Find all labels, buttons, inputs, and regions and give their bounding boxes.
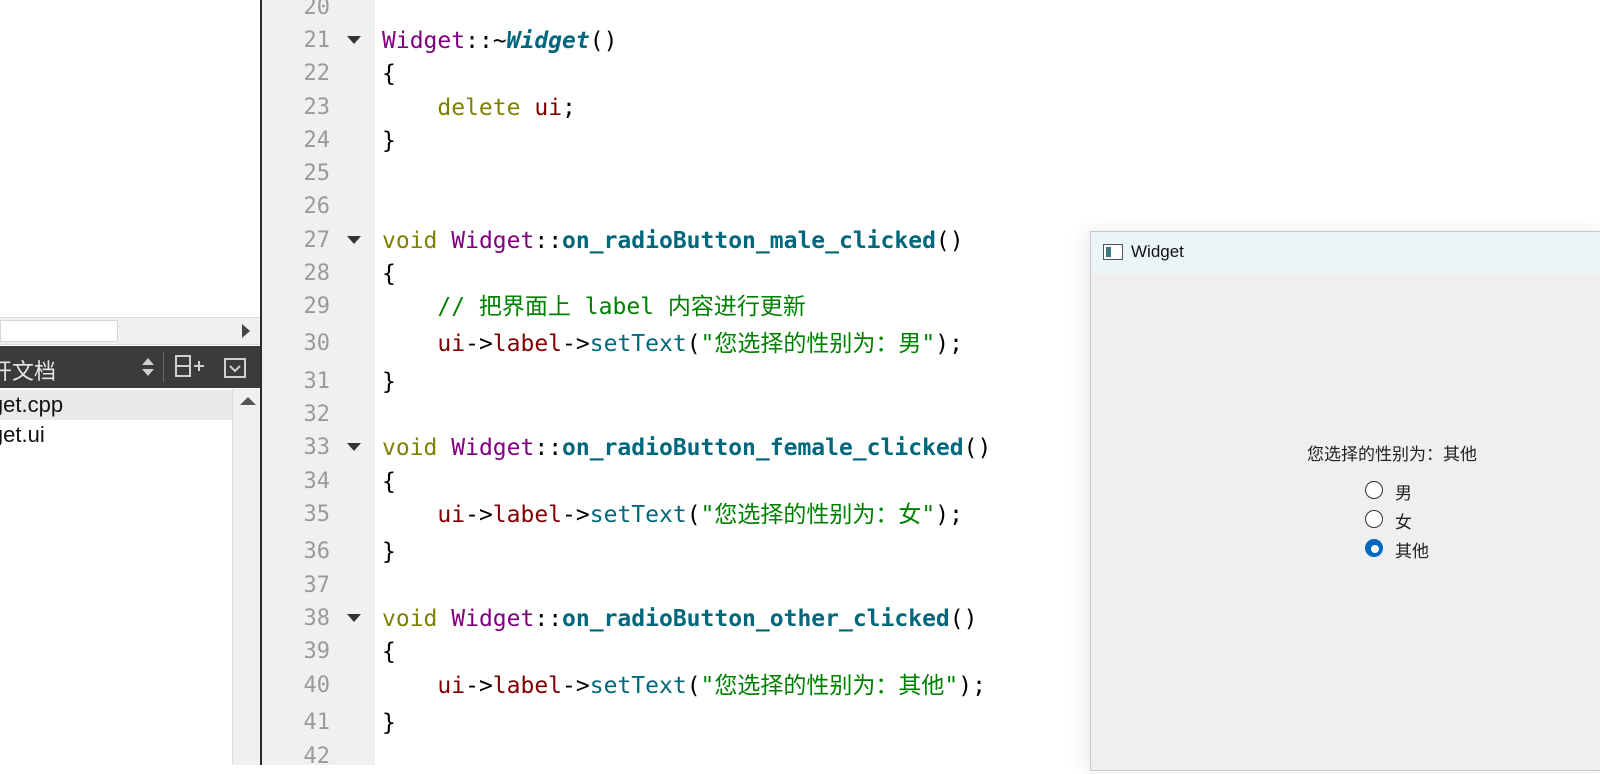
radio-label[interactable]: 女 <box>1395 508 1412 533</box>
code-line-40: ui->label->setText("您选择的性别为：其他"); <box>437 673 986 699</box>
scrollbar-thumb[interactable] <box>0 320 118 342</box>
code-line-41: } <box>382 710 396 736</box>
line-number: 33 <box>303 435 331 460</box>
line-number: 36 <box>303 539 331 564</box>
open-documents-list: lget.cpp lget.ui <box>0 389 232 765</box>
line-number: 26 <box>303 194 331 219</box>
code-line-24: } <box>382 128 396 154</box>
line-number: 22 <box>303 61 331 86</box>
line-number: 32 <box>303 402 331 427</box>
line-number: 25 <box>303 161 331 186</box>
list-item-widget-ui[interactable]: lget.ui <box>0 420 232 450</box>
line-number: 31 <box>303 369 331 394</box>
line-number: 34 <box>303 469 331 494</box>
line-number: 40 <box>303 673 331 698</box>
radio-checked-icon[interactable] <box>1365 539 1383 557</box>
header-divider <box>163 352 164 382</box>
fold-arrow-icon[interactable] <box>347 236 361 244</box>
radio-other[interactable]: 其他 <box>1365 537 1505 563</box>
code-line-23: delete ui; <box>437 95 576 121</box>
fold-arrow-icon[interactable] <box>347 614 361 622</box>
code-line-38: void Widget::on_radioButton_other_clicke… <box>382 606 978 632</box>
horizontal-scrollbar[interactable] <box>0 317 260 345</box>
scroll-right-arrow-icon[interactable] <box>242 324 250 338</box>
radio-label[interactable]: 其他 <box>1395 537 1429 562</box>
line-number: 39 <box>303 639 331 664</box>
code-line-21: Widget::~Widget() <box>382 28 618 54</box>
code-line-30: ui->label->setText("您选择的性别为：男"); <box>437 331 963 357</box>
sort-updown-icon[interactable] <box>140 356 156 378</box>
line-number: 23 <box>303 95 331 120</box>
line-number: 24 <box>303 128 331 153</box>
open-documents-header: 开文档 <box>0 346 260 388</box>
fold-arrow-icon[interactable] <box>347 443 361 451</box>
line-number: 21 <box>303 28 331 53</box>
window-titlebar[interactable]: Widget <box>1091 232 1600 274</box>
line-number: 27 <box>303 228 331 253</box>
vertical-scrollbar[interactable] <box>232 389 260 765</box>
code-line-36: } <box>382 539 396 565</box>
scroll-up-arrow-icon[interactable] <box>240 397 256 405</box>
code-line-29: // 把界面上 label 内容进行更新 <box>437 294 806 320</box>
line-number: 29 <box>303 294 331 319</box>
code-line-39: { <box>382 639 396 665</box>
code-line-35: ui->label->setText("您选择的性别为：女"); <box>437 502 963 528</box>
code-line-34: { <box>382 469 396 495</box>
radio-female[interactable]: 女 <box>1365 508 1505 534</box>
line-number: 35 <box>303 502 331 527</box>
open-documents-title: 开文档 <box>0 360 57 385</box>
gender-result-label: 您选择的性别为：其他 <box>1307 445 1477 465</box>
radio-male[interactable]: 男 <box>1365 479 1505 505</box>
code-line-31: } <box>382 369 396 395</box>
close-panel-icon[interactable] <box>224 358 246 378</box>
radio-circle-icon[interactable] <box>1365 510 1383 528</box>
line-number: 42 <box>303 744 331 769</box>
code-line-28: { <box>382 261 396 287</box>
radio-label[interactable]: 男 <box>1395 479 1412 504</box>
line-number: 41 <box>303 710 331 735</box>
line-number: 38 <box>303 606 331 631</box>
window-title: Widget <box>1131 242 1184 261</box>
line-number: 28 <box>303 261 331 286</box>
radio-circle-icon[interactable] <box>1365 481 1383 499</box>
code-line-22: { <box>382 61 396 87</box>
widget-window[interactable]: Widget 您选择的性别为：其他 男 女 其他 <box>1090 231 1600 771</box>
line-number: 20 <box>303 0 331 20</box>
code-line-33: void Widget::on_radioButton_female_click… <box>382 435 992 461</box>
line-number: 37 <box>303 573 331 598</box>
list-item-widget-cpp[interactable]: lget.cpp <box>0 390 232 420</box>
fold-arrow-icon[interactable] <box>347 36 361 44</box>
line-number: 30 <box>303 331 331 356</box>
code-line-27: void Widget::on_radioButton_male_clicked… <box>382 228 964 254</box>
split-add-icon[interactable] <box>174 354 206 378</box>
app-window-icon <box>1103 244 1123 260</box>
